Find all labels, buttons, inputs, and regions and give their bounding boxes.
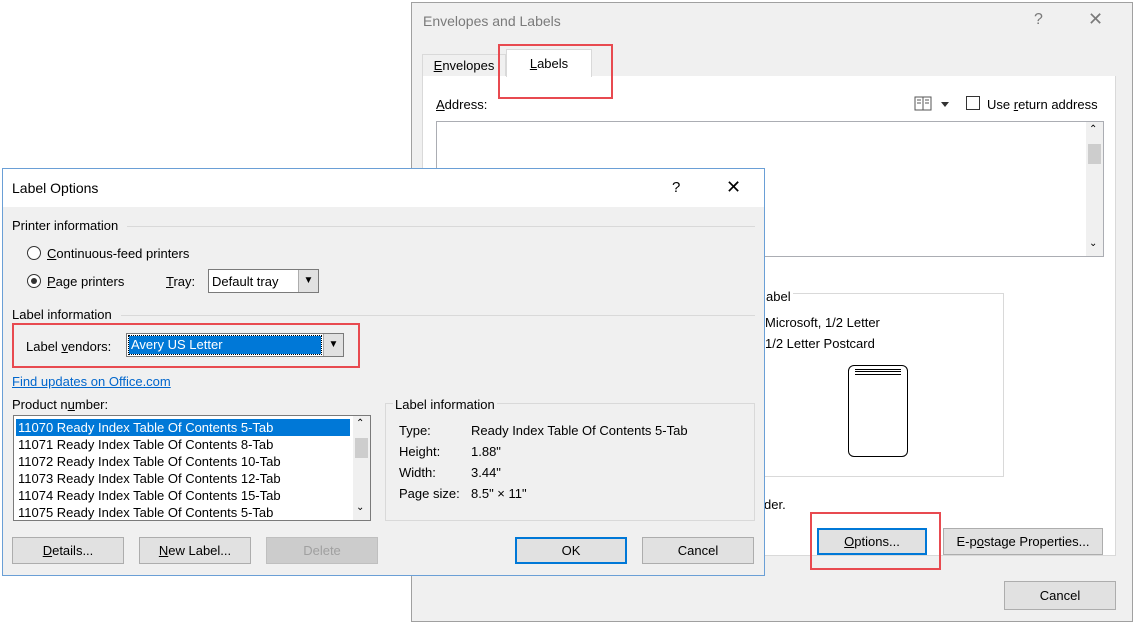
label-preview-top-line bbox=[855, 369, 901, 375]
label-product-text: 1/2 Letter Postcard bbox=[765, 336, 875, 351]
titlebar bbox=[3, 169, 764, 207]
label-vendor-text: Microsoft, 1/2 Letter bbox=[765, 315, 880, 330]
tray-label: Tray: bbox=[166, 274, 196, 289]
height-value: 1.88" bbox=[471, 444, 501, 459]
list-item[interactable]: 11074 Ready Index Table Of Contents 15-T… bbox=[16, 487, 350, 504]
radio-dot bbox=[31, 278, 37, 284]
label-preview-mid-line bbox=[855, 371, 901, 372]
scroll-thumb[interactable] bbox=[355, 438, 368, 458]
address-book-icon[interactable] bbox=[914, 95, 950, 113]
use-return-address-label: Use return address bbox=[987, 97, 1098, 112]
scroll-up-icon[interactable]: ⌃ bbox=[356, 418, 364, 429]
address-label: Address: bbox=[436, 97, 488, 112]
tab-envelopes[interactable]: Envelopes bbox=[422, 54, 506, 76]
page-size-label: Page size: bbox=[399, 486, 460, 501]
height-label: Height: bbox=[399, 444, 441, 459]
product-list-scrollbar[interactable]: ⌃ ⌄ bbox=[353, 416, 370, 520]
list-item[interactable]: 11073 Ready Index Table Of Contents 12-T… bbox=[16, 470, 350, 487]
list-item[interactable]: 11071 Ready Index Table Of Contents 8-Ta… bbox=[16, 436, 350, 453]
label-info-heading: Label information bbox=[12, 307, 112, 322]
dialog-title: Label Options bbox=[12, 180, 99, 196]
ok-button[interactable]: OK bbox=[515, 537, 627, 564]
type-value: Ready Index Table Of Contents 5-Tab bbox=[471, 423, 688, 438]
continuous-feed-label: Continuous-feed printers bbox=[47, 246, 190, 261]
epostage-properties-button[interactable]: E-postage Properties... bbox=[943, 528, 1103, 555]
label-section-title: abel bbox=[764, 289, 793, 304]
scroll-down-icon[interactable]: ⌄ bbox=[356, 502, 364, 513]
printer-info-heading: Printer information bbox=[12, 218, 119, 233]
details-button[interactable]: Details... bbox=[12, 537, 124, 564]
chevron-down-icon[interactable]: ▼ bbox=[298, 270, 318, 292]
label-preview-icon[interactable] bbox=[848, 365, 908, 457]
cancel-button[interactable]: Cancel bbox=[1004, 581, 1116, 610]
page-printers-label: Page printers bbox=[47, 274, 125, 289]
close-button[interactable]: ✕ bbox=[726, 177, 741, 198]
list-item[interactable]: 11072 Ready Index Table Of Contents 10-T… bbox=[16, 453, 350, 470]
print-info-text: der. bbox=[764, 497, 786, 512]
label-info-box-title: Label information bbox=[393, 397, 497, 412]
new-label-button[interactable]: New Label... bbox=[139, 537, 251, 564]
page-printers-radio[interactable] bbox=[27, 274, 41, 288]
scroll-thumb[interactable] bbox=[1088, 144, 1101, 164]
address-scrollbar[interactable]: ⌃ ⌄ bbox=[1086, 122, 1103, 256]
close-button[interactable]: ✕ bbox=[1088, 9, 1103, 30]
width-value: 3.44" bbox=[471, 465, 501, 480]
label-info-box bbox=[385, 403, 755, 521]
page-size-value: 8.5" × 11" bbox=[471, 486, 527, 501]
scroll-up-icon[interactable]: ⌃ bbox=[1089, 124, 1097, 135]
scroll-down-icon[interactable]: ⌄ bbox=[1089, 238, 1097, 249]
list-item[interactable]: 11070 Ready Index Table Of Contents 5-Ta… bbox=[16, 419, 350, 436]
find-updates-link[interactable]: Find updates on Office.com bbox=[12, 374, 171, 389]
label-options-dialog: Label Options ? ✕ Printer information Co… bbox=[2, 168, 765, 576]
list-item[interactable]: 11075 Ready Index Table Of Contents 5-Ta… bbox=[16, 504, 350, 520]
options-highlight bbox=[810, 512, 941, 570]
labels-tab-highlight bbox=[498, 44, 613, 99]
cancel-button[interactable]: Cancel bbox=[642, 537, 754, 564]
label-vendors-highlight bbox=[12, 323, 360, 368]
product-number-list[interactable]: 11070 Ready Index Table Of Contents 5-Ta… bbox=[13, 415, 371, 521]
delete-button[interactable]: Delete bbox=[266, 537, 378, 564]
dialog-title: Envelopes and Labels bbox=[423, 13, 561, 29]
product-number-label: Product number: bbox=[12, 397, 109, 412]
width-label: Width: bbox=[399, 465, 436, 480]
continuous-feed-radio[interactable] bbox=[27, 246, 41, 260]
use-return-address-checkbox[interactable] bbox=[966, 96, 980, 110]
tray-value: Default tray bbox=[212, 274, 279, 289]
help-button[interactable]: ? bbox=[1034, 11, 1043, 29]
section-divider bbox=[121, 315, 755, 316]
section-divider bbox=[127, 226, 755, 227]
type-label: Type: bbox=[399, 423, 431, 438]
tray-select[interactable]: Default tray ▼ bbox=[208, 269, 319, 293]
help-button[interactable]: ? bbox=[672, 179, 680, 196]
